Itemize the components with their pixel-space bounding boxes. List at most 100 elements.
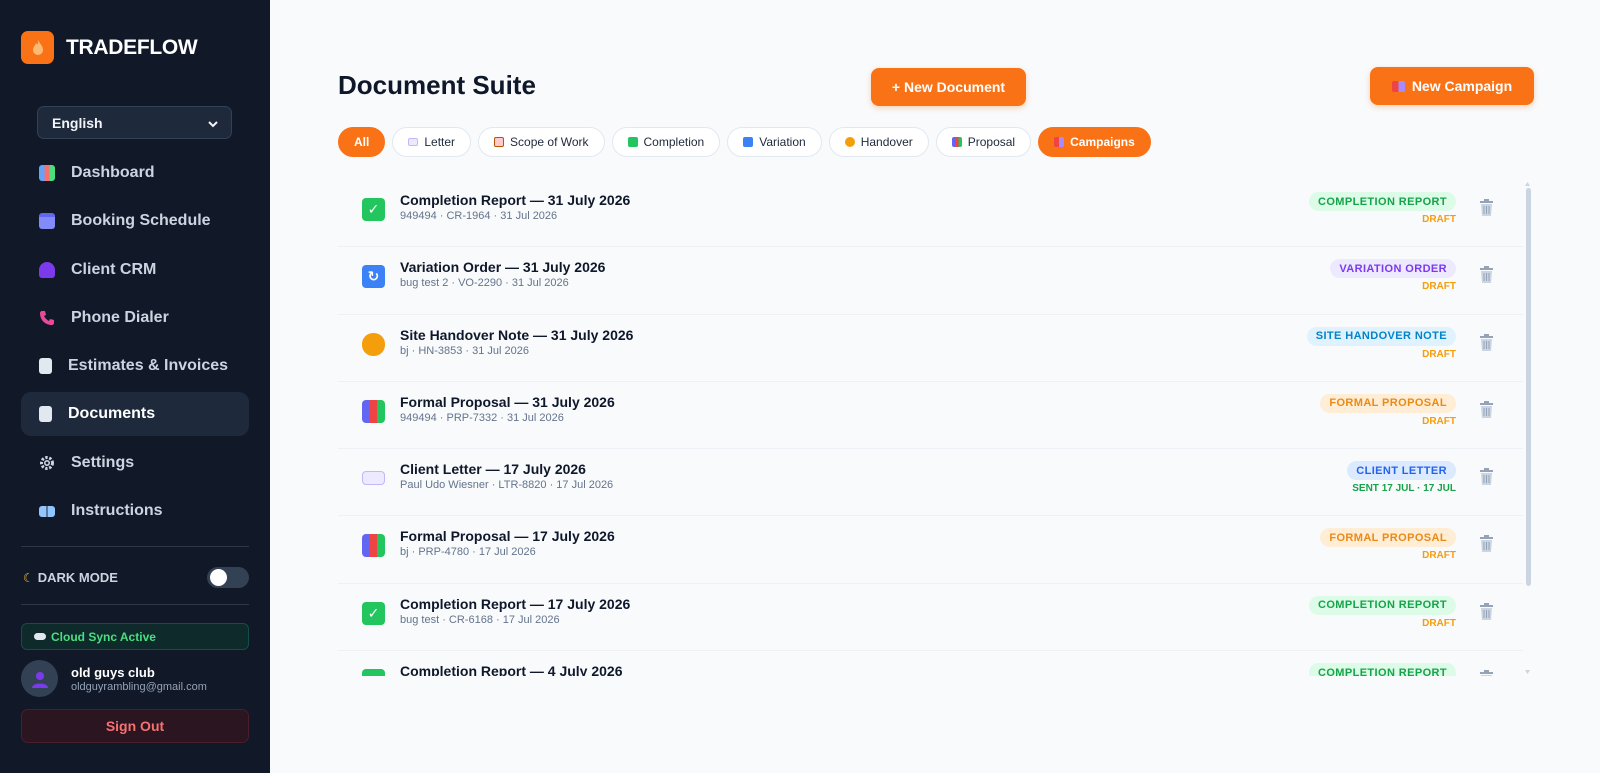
sidebar-item-label: Client CRM [71,260,157,278]
user-profile[interactable]: old guys club oldguyrambling@gmail.com [21,660,207,697]
sidebar-item-client-crm[interactable]: Client CRM [21,248,249,292]
sidebar-item-label: Booking Schedule [71,212,211,230]
filter-proposal[interactable]: Proposal [935,127,1032,157]
filter-label: Handover [860,135,913,149]
filter-all[interactable]: All [338,127,386,157]
document-list: ✓ Completion Report — 31 July 2026 94949… [338,180,1523,676]
sidebar-item-estimates-invoices[interactable]: Estimates & Invoices [21,344,249,388]
book-icon [39,505,55,517]
checkmark-icon [627,137,638,147]
trash-icon[interactable] [1479,535,1494,553]
document-row[interactable]: Formal Proposal — 31 July 2026 949494 · … [338,382,1523,450]
sidebar-item-label: Phone Dialer [71,308,169,326]
filter-handover[interactable]: Handover [828,127,929,157]
filter-label: Variation [759,135,806,149]
refresh-icon: ↻ [362,265,385,289]
dark-mode-text: DARK MODE [37,570,118,585]
filter-label: Completion [643,135,705,149]
filter-completion[interactable]: Completion [611,127,721,157]
dark-mode-toggle[interactable] [207,567,249,588]
sidebar-item-instructions[interactable]: Instructions [21,489,249,533]
document-meta: Paul Udo Wiesner · LTR-8820 · 17 Jul 202… [400,479,614,492]
filter-campaigns[interactable]: Campaigns [1038,127,1151,157]
chart-icon [362,534,385,558]
sign-out-button[interactable]: Sign Out [21,709,249,743]
trash-icon[interactable] [1479,333,1494,351]
page-title: Document Suite [338,70,536,100]
document-row[interactable]: ✓ Completion Report — 17 July 2026 bug t… [338,584,1523,652]
status-label: DRAFT [1422,617,1456,629]
sidebar-item-settings[interactable]: Settings [21,441,249,485]
document-title: Site Handover Note — 31 July 2026 [400,326,634,343]
sidebar-item-dashboard[interactable]: Dashboard [21,151,249,195]
new-campaign-button[interactable]: New Campaign [1370,67,1534,105]
cloud-icon [34,633,46,640]
handshake-icon [844,137,855,147]
trash-icon[interactable] [1479,400,1494,418]
user-name: old guys club [71,664,155,680]
cloud-sync-label: Cloud Sync Active [51,629,156,644]
document-meta: 949494 · CR-1964 · 31 Jul 2026 [400,210,558,222]
document-title: Variation Order — 31 July 2026 [400,259,606,276]
new-document-button[interactable]: + New Document [871,68,1026,106]
dark-mode-row: ☾ DARK MODE [23,567,249,588]
filter-label: Campaigns [1070,135,1135,149]
moon-icon: ☾ [23,570,34,585]
document-meta: bug test 2 · VO-2290 · 31 Jul 2026 [400,277,569,290]
sidebar-divider [21,604,249,605]
filter-chips: All Letter Scope of Work Completion Vari… [338,127,1158,157]
type-badge: COMPLETION REPORT [1308,192,1456,211]
document-row[interactable]: Formal Proposal — 17 July 2026 bj · PRP-… [338,516,1523,584]
sidebar-divider [21,546,249,547]
trash-icon[interactable] [1479,266,1494,284]
status-label: DRAFT [1422,550,1456,562]
trash-icon[interactable] [1479,602,1494,620]
trash-icon[interactable] [1479,670,1494,676]
scrollbar-thumb[interactable] [1526,188,1531,586]
document-row[interactable]: ↻ Variation Order — 31 July 2026 bug tes… [338,247,1523,315]
flame-icon [21,31,54,64]
filter-label: Scope of Work [510,135,589,149]
language-select[interactable]: English [37,106,232,139]
chart-icon [951,137,962,147]
dark-mode-label: ☾ DARK MODE [23,570,118,585]
document-row[interactable]: ✓ Completion Report — 31 July 2026 94949… [338,180,1523,248]
trash-icon[interactable] [1479,468,1494,486]
envelope-icon [362,471,385,486]
document-icon [39,406,52,423]
filter-variation[interactable]: Variation [727,127,822,157]
filter-scope-of-work[interactable]: Scope of Work [478,127,605,157]
type-badge: COMPLETION REPORT [1308,663,1456,676]
trash-icon[interactable] [1479,199,1494,216]
document-title: Formal Proposal — 31 July 2026 [400,393,615,410]
document-title: Completion Report — 31 July 2026 [400,192,631,208]
document-row[interactable]: Site Handover Note — 31 July 2026 bj · H… [338,315,1523,382]
sidebar-nav: Dashboard Booking Schedule Client CRM Ph… [21,151,249,537]
sidebar-item-label: Settings [71,453,135,471]
gear-icon [39,455,55,471]
brand[interactable]: TRADEFLOW [21,31,198,64]
status-label: DRAFT [1422,214,1456,225]
checkmark-icon: ✓ [362,669,385,676]
sidebar-item-label: Documents [68,405,156,423]
type-badge: FORMAL PROPOSAL [1320,528,1456,548]
new-document-label: + New Document [891,79,1006,95]
status-label: DRAFT [1422,348,1456,360]
megaphone-icon [1391,80,1405,92]
status-label: DRAFT [1422,415,1456,427]
user-email: oldguyrambling@gmail.com [71,680,207,693]
type-badge: SITE HANDOVER NOTE [1306,326,1456,346]
filter-letter[interactable]: Letter [392,127,472,157]
sidebar-item-phone-dialer[interactable]: Phone Dialer [21,296,249,340]
new-campaign-label: New Campaign [1411,78,1513,94]
type-badge: COMPLETION REPORT [1308,595,1456,615]
document-meta: 949494 · PRP-7332 · 31 Jul 2026 [400,411,564,424]
document-row[interactable]: Client Letter — 17 July 2026 Paul Udo Wi… [338,449,1523,517]
chart-icon [362,399,385,423]
sidebar-item-booking-schedule[interactable]: Booking Schedule [21,199,249,243]
filter-label: Letter [424,135,456,149]
sidebar-item-documents[interactable]: Documents [21,392,249,437]
document-title: Completion Report — 4 July 2026 [400,663,623,676]
document-row[interactable]: ✓ Completion Report — 4 July 2026 COMPLE… [338,651,1523,676]
avatar [21,660,58,697]
